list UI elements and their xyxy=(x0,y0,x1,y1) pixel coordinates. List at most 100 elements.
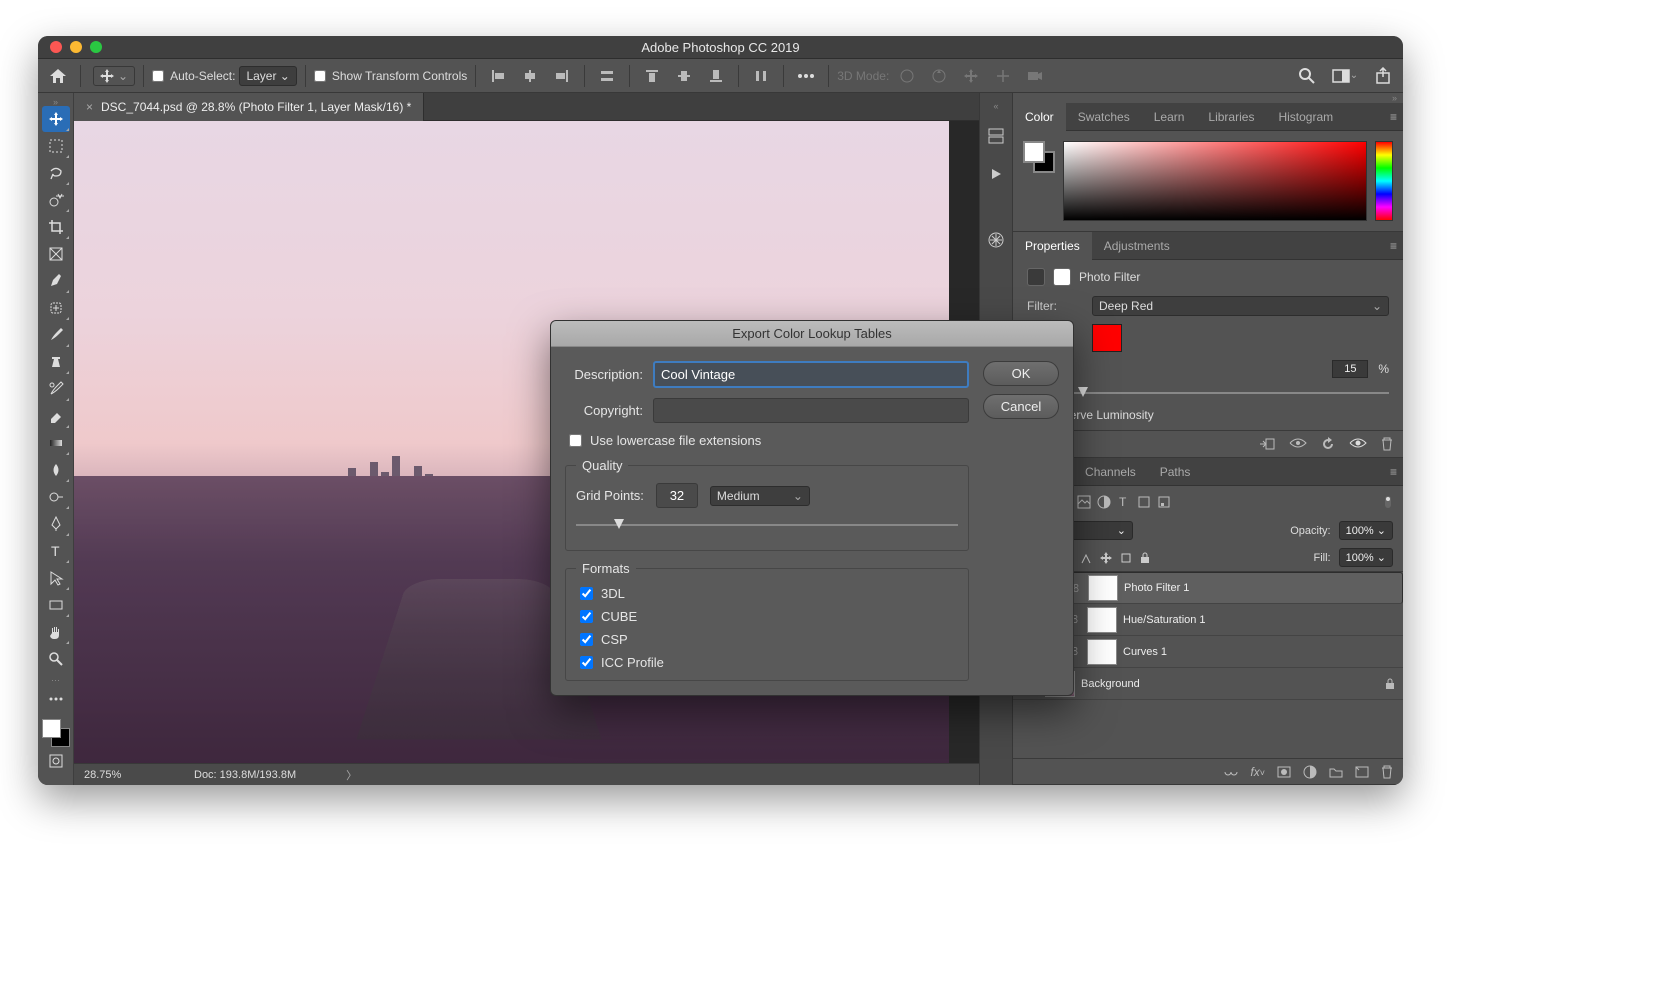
format-icc-checkbox[interactable]: ICC Profile xyxy=(580,655,958,670)
add-mask-icon[interactable] xyxy=(1277,766,1291,778)
filter-color-chip[interactable] xyxy=(1092,324,1122,352)
share-icon[interactable] xyxy=(1369,63,1397,89)
tab-learn[interactable]: Learn xyxy=(1142,103,1197,131)
preserve-luminosity-checkbox[interactable]: Preserve Luminosity xyxy=(1027,408,1389,422)
auto-select-checkbox[interactable]: Auto-Select: xyxy=(152,69,235,83)
align-center-v-icon[interactable] xyxy=(670,63,698,89)
grid-points-slider[interactable] xyxy=(576,518,958,532)
pen-tool[interactable] xyxy=(42,511,70,537)
window-minimize-button[interactable] xyxy=(70,41,82,53)
copyright-input[interactable] xyxy=(653,398,969,423)
filter-toggle-icon[interactable] xyxy=(1383,495,1393,509)
move-tool-toggle[interactable]: ⌄ xyxy=(93,66,135,86)
filter-adjust-icon[interactable] xyxy=(1097,495,1111,509)
frame-tool[interactable] xyxy=(42,241,70,267)
tab-histogram[interactable]: Histogram xyxy=(1266,103,1345,131)
fg-bg-swatch[interactable] xyxy=(1023,141,1055,173)
color-field[interactable] xyxy=(1063,141,1367,221)
align-bottom-icon[interactable] xyxy=(702,63,730,89)
crop-tool[interactable] xyxy=(42,214,70,240)
layer-name[interactable]: Curves 1 xyxy=(1123,646,1167,658)
view-previous-icon[interactable] xyxy=(1289,437,1307,451)
align-distrib-icon[interactable] xyxy=(593,63,621,89)
zoom-tool[interactable] xyxy=(42,646,70,672)
color-swatches[interactable] xyxy=(42,719,70,747)
filter-pixel-icon[interactable] xyxy=(1077,495,1091,509)
search-icon[interactable] xyxy=(1293,63,1321,89)
panel-menu-icon[interactable]: ≡ xyxy=(1390,465,1397,479)
description-input[interactable] xyxy=(653,361,969,388)
close-tab-icon[interactable]: × xyxy=(86,100,93,114)
opacity-input[interactable]: 100% ⌄ xyxy=(1339,521,1393,540)
shape-tool[interactable] xyxy=(42,592,70,618)
document-tab[interactable]: × DSC_7044.psd @ 28.8% (Photo Filter 1, … xyxy=(74,93,424,121)
density-input[interactable] xyxy=(1332,360,1368,378)
layer-mask-thumb[interactable] xyxy=(1087,607,1117,633)
clip-to-layer-icon[interactable] xyxy=(1259,437,1275,451)
tab-paths[interactable]: Paths xyxy=(1148,458,1203,486)
reset-icon[interactable] xyxy=(1321,437,1335,451)
marquee-tool[interactable] xyxy=(42,133,70,159)
filter-shape-icon[interactable] xyxy=(1137,495,1151,509)
align-center-h-icon[interactable] xyxy=(516,63,544,89)
type-tool[interactable]: T xyxy=(42,538,70,564)
tab-swatches[interactable]: Swatches xyxy=(1066,103,1142,131)
trash-icon[interactable] xyxy=(1381,437,1393,451)
brush-tool[interactable] xyxy=(42,322,70,348)
new-adjustment-icon[interactable] xyxy=(1303,765,1317,779)
dodge-tool[interactable] xyxy=(42,484,70,510)
density-slider[interactable] xyxy=(1027,386,1389,400)
align-top-icon[interactable] xyxy=(638,63,666,89)
lock-artboard-icon[interactable] xyxy=(1120,552,1132,564)
collapsed-navigator-icon[interactable] xyxy=(983,227,1009,253)
lock-image-icon[interactable] xyxy=(1080,552,1092,564)
panel-menu-icon[interactable]: ≡ xyxy=(1390,110,1397,124)
filter-smart-icon[interactable] xyxy=(1157,495,1171,509)
quick-mask-icon[interactable] xyxy=(42,748,70,774)
lasso-tool[interactable] xyxy=(42,160,70,186)
layer-name[interactable]: Hue/Saturation 1 xyxy=(1123,614,1206,626)
cancel-button[interactable]: Cancel xyxy=(983,394,1059,419)
layer-name[interactable]: Background xyxy=(1081,678,1140,690)
layer-mask-thumb[interactable] xyxy=(1087,639,1117,665)
gradient-tool[interactable] xyxy=(42,430,70,456)
align-right-icon[interactable] xyxy=(548,63,576,89)
delete-layer-icon[interactable] xyxy=(1381,765,1393,779)
quick-select-tool[interactable] xyxy=(42,187,70,213)
show-transform-checkbox[interactable]: Show Transform Controls xyxy=(314,69,467,83)
tab-color[interactable]: Color xyxy=(1013,103,1066,131)
doc-info[interactable]: Doc: 193.8M/193.8M xyxy=(194,769,296,781)
link-layers-icon[interactable] xyxy=(1224,767,1238,777)
zoom-level[interactable]: 28.75% xyxy=(84,769,144,781)
ok-button[interactable]: OK xyxy=(983,361,1059,386)
eraser-tool[interactable] xyxy=(42,403,70,429)
grid-preset-select[interactable]: Medium ⌄ xyxy=(710,486,810,506)
layer-mask-thumb[interactable] xyxy=(1088,575,1118,601)
eyedropper-tool[interactable] xyxy=(42,268,70,294)
format-cube-checkbox[interactable]: CUBE xyxy=(580,609,958,624)
blur-tool[interactable] xyxy=(42,457,70,483)
fx-icon[interactable]: fx˅ xyxy=(1250,765,1265,779)
collapsed-actions-icon[interactable] xyxy=(983,161,1009,187)
collapsed-history-icon[interactable] xyxy=(983,123,1009,149)
healing-tool[interactable] xyxy=(42,295,70,321)
filter-select[interactable]: Deep Red⌄ xyxy=(1092,296,1389,316)
lowercase-checkbox[interactable]: Use lowercase file extensions xyxy=(569,433,969,448)
screen-mode-icon[interactable]: ⌄ xyxy=(1331,63,1359,89)
layer-name[interactable]: Photo Filter 1 xyxy=(1124,582,1189,594)
visibility-icon[interactable] xyxy=(1349,437,1367,451)
lock-all-icon[interactable] xyxy=(1140,552,1150,564)
align-left-icon[interactable] xyxy=(484,63,512,89)
filter-type-icon[interactable]: T xyxy=(1117,495,1131,509)
format-csp-checkbox[interactable]: CSP xyxy=(580,632,958,647)
clone-stamp-tool[interactable] xyxy=(42,349,70,375)
tab-adjustments[interactable]: Adjustments xyxy=(1092,232,1182,260)
path-select-tool[interactable] xyxy=(42,565,70,591)
more-options-icon[interactable] xyxy=(792,63,820,89)
new-group-icon[interactable] xyxy=(1329,766,1343,778)
tab-properties[interactable]: Properties xyxy=(1013,232,1092,260)
grid-points-input[interactable] xyxy=(656,483,698,508)
tab-channels[interactable]: Channels xyxy=(1073,458,1148,486)
tab-libraries[interactable]: Libraries xyxy=(1196,103,1266,131)
move-tool[interactable] xyxy=(42,106,70,132)
